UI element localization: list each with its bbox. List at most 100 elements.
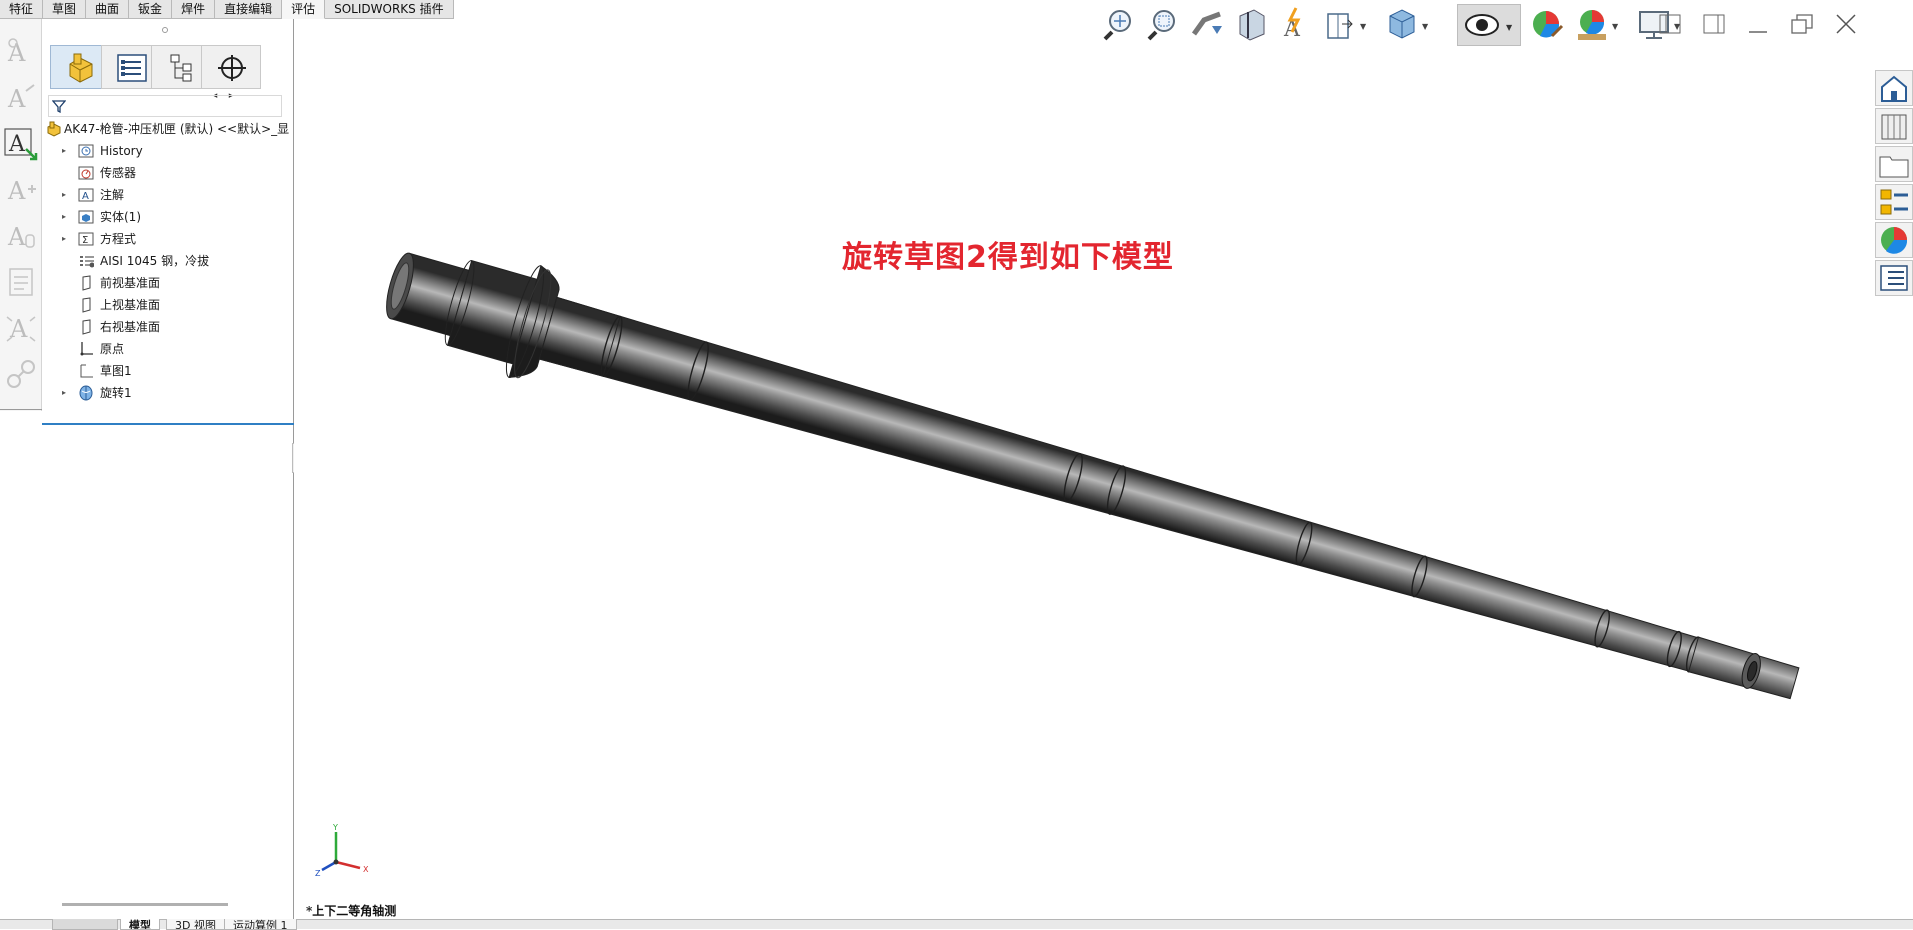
tab-weldments[interactable]: 焊件 [172,0,216,19]
sketch-icon [80,364,93,378]
tree-item-history[interactable]: ▸ History [42,140,294,162]
tree-item-label: 上视基准面 [100,298,161,312]
tab-evaluate[interactable]: 评估 [282,0,326,19]
balloon-note-icon[interactable]: A [4,81,38,115]
surface-finish-icon[interactable]: A [4,219,38,253]
tree-item-label: 方程式 [100,232,137,246]
dimxpert-icon [218,55,246,81]
tree-root-label: AK47-枪管-冲压机匣 (默认) <<默认>_显 [64,122,290,136]
svg-text:Σ: Σ [82,235,88,246]
tab-features[interactable]: 特征 [0,0,44,19]
tree-item-label: 前视基准面 [100,276,161,290]
triad-x-label: X [363,865,369,874]
view-palette-icon [1880,189,1908,215]
expand-arrow-icon[interactable]: ▸ [62,228,72,250]
plane-icon [82,297,91,313]
tab-sheet-metal[interactable]: 钣金 [129,0,173,19]
custom-properties-tab[interactable] [1875,260,1913,296]
tree-item-label: History [100,144,143,158]
tree-item-material[interactable]: AISI 1045 钢，冷拔 [42,250,294,272]
toolbar-divider [0,409,42,410]
filter-icon [52,100,66,113]
geometric-tolerance-icon[interactable] [4,357,38,391]
expand-arrow-icon[interactable]: ▸ [62,206,72,228]
tab-solidworks-addins[interactable]: SOLIDWORKS 插件 [325,0,454,19]
tree-filter-input[interactable] [48,95,282,117]
tree-item-front-plane[interactable]: 前视基准面 [42,272,294,294]
tab-direct-editing[interactable]: 直接编辑 [215,0,283,19]
part-icon [47,121,61,137]
plane-icon [82,275,91,291]
home-icon [1881,75,1907,102]
graphics-area[interactable]: A ▼ ▼ ▼ ▼ ▼ 旋转草图2得到如下模型 Y X Z *上下二等角轴测 [294,0,1875,919]
solid-bodies-icon [78,210,94,224]
bottom-tab-bar: 模型 3D 视图 运动算例 1 [0,919,1913,930]
tab-motion-study-1[interactable]: 运动算例 1 [224,919,297,930]
tab-surfaces[interactable]: 曲面 [86,0,130,19]
expand-arrow-icon[interactable]: ▸ [62,382,72,404]
svg-text:A: A [8,132,26,157]
history-icon [78,144,94,158]
tree-item-solid-bodies[interactable]: ▸ 实体(1) [42,206,294,228]
solidworks-resources-tab[interactable] [1875,70,1913,106]
appearances-tab[interactable] [1875,222,1913,258]
expand-arrow-icon[interactable]: ▸ [62,184,72,206]
auto-balloon-icon[interactable]: A [4,127,38,161]
datum-feature-icon[interactable]: A [4,311,38,345]
design-library-tab[interactable] [1875,108,1913,144]
feature-manager-panel: ◂ ▸ AK47-枪管-冲压机匣 (默认) <<默认>_显 ▸ History [42,19,294,919]
configuration-icon [170,54,192,82]
view-orientation-label: *上下二等角轴测 [306,904,397,918]
svg-text:A: A [82,191,89,202]
tab-3d-views[interactable]: 3D 视图 [166,919,225,930]
file-explorer-tab[interactable] [1875,146,1913,182]
barrel-3d-model[interactable] [294,0,1875,919]
property-list-icon [117,54,147,82]
tree-item-top-plane[interactable]: 上视基准面 [42,294,294,316]
expand-arrow-icon[interactable]: ▸ [62,140,72,162]
revolve-icon [79,385,93,401]
command-manager-tabs: 特征 草图 曲面 钣金 焊件 直接编辑 评估 SOLIDWORKS 插件 [0,0,454,19]
view-palette-tab[interactable] [1875,184,1913,220]
tree-item-label: 实体(1) [100,210,141,224]
tree-item-origin[interactable]: 原点 [42,338,294,360]
panel-grip-icon[interactable] [162,27,168,33]
svg-text:A: A [7,177,26,205]
note-icon[interactable]: A [4,35,38,69]
svg-text:A: A [9,315,28,343]
magnetic-line-icon[interactable]: A [4,173,38,207]
tree-item-equations[interactable]: ▸ Σ 方程式 [42,228,294,250]
panel-horizontal-scrollbar[interactable] [62,903,228,906]
tab-scroll-controls[interactable] [52,919,118,930]
task-pane-tabs [1875,70,1913,312]
weld-symbol-icon[interactable] [4,265,38,299]
svg-text:A: A [7,223,26,251]
tree-item-label: AISI 1045 钢，冷拔 [100,254,210,268]
tree-item-label: 右视基准面 [100,320,161,334]
library-icon [1881,114,1907,140]
tree-item-label: 传感器 [100,166,137,180]
origin-icon [80,342,93,356]
folder-icon [1879,156,1909,178]
part-icon [69,53,93,83]
custom-properties-icon [1880,265,1908,291]
tree-item-sketch1[interactable]: 草图1 [42,360,294,382]
tree-item-label: 草图1 [100,364,132,378]
tab-model[interactable]: 模型 [120,919,160,930]
annotation-toolbar: A A A A A A [0,19,42,411]
tree-item-label: 原点 [100,342,125,356]
material-icon [80,256,94,268]
tree-item-annotations[interactable]: ▸ A 注解 [42,184,294,206]
tree-root-part[interactable]: AK47-枪管-冲压机匣 (默认) <<默认>_显 [42,118,294,140]
tab-sketch[interactable]: 草图 [43,0,87,19]
triad-z-label: Z [315,869,321,878]
rollback-bar[interactable] [42,423,294,425]
tree-item-revolve1[interactable]: ▸ 旋转1 [42,382,294,404]
tree-item-label: 注解 [100,188,125,202]
tree-item-sensors[interactable]: 传感器 [42,162,294,184]
dimxpert-tab[interactable] [201,45,261,89]
tree-item-right-plane[interactable]: 右视基准面 [42,316,294,338]
tree-item-label: 旋转1 [100,386,132,400]
appearances-icon [1881,227,1908,254]
svg-text:A: A [7,85,26,113]
